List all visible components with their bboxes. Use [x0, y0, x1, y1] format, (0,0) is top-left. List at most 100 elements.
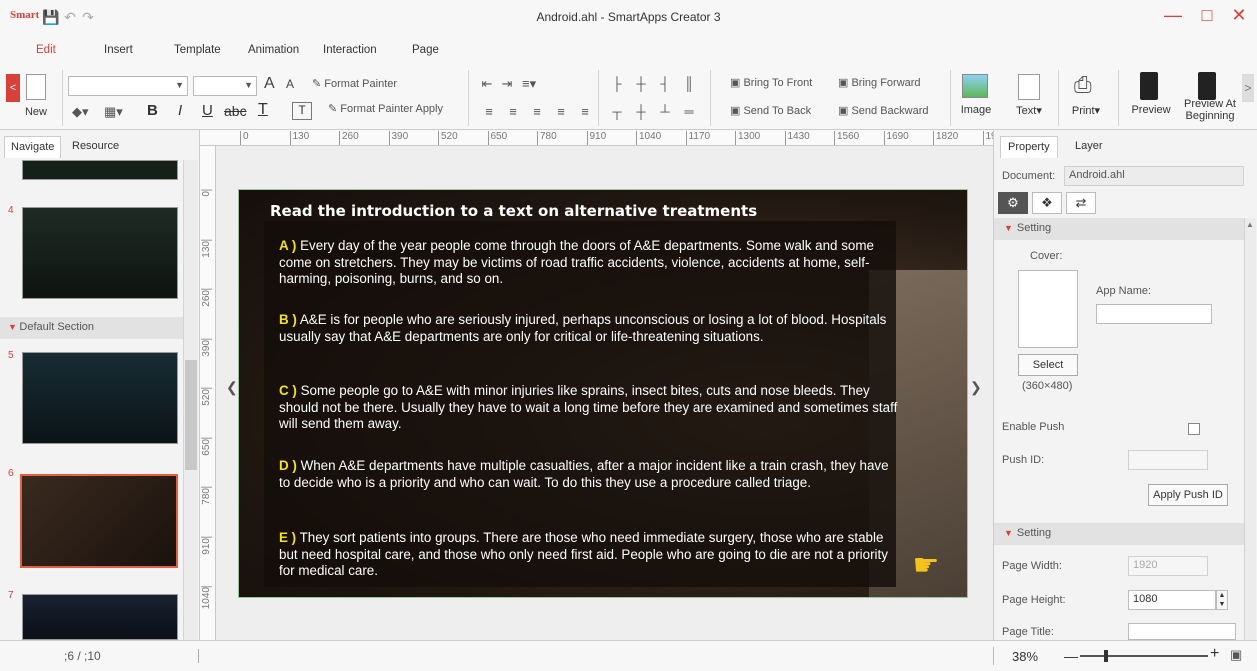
zoom-slider[interactable]: [1080, 650, 1208, 662]
slide-thumbnail-4[interactable]: [22, 207, 178, 299]
send-to-back-button[interactable]: ▣ Send To Back: [730, 104, 811, 117]
text-button[interactable]: Text▾: [1008, 104, 1050, 117]
text-box-icon[interactable]: T: [292, 102, 312, 120]
line-spacing-icon[interactable]: ≡▾: [522, 76, 536, 92]
tab-resource[interactable]: Resource: [66, 136, 125, 158]
send-backward-button[interactable]: ▣ Send Backward: [838, 104, 929, 117]
close-button[interactable]: ✕: [1228, 5, 1250, 27]
slide-thumbnail-3[interactable]: [22, 160, 178, 180]
setting-section-header[interactable]: ▼ Setting: [994, 218, 1244, 240]
tab-layer[interactable]: Layer: [1068, 136, 1110, 158]
grow-font-button[interactable]: A: [264, 75, 275, 93]
restore-button[interactable]: □: [1196, 5, 1218, 27]
distribute-v-icon[interactable]: ═: [682, 104, 696, 119]
transition-icon[interactable]: ❖: [1032, 192, 1062, 214]
new-page-icon[interactable]: [26, 74, 46, 100]
font-color-button[interactable]: T: [258, 101, 268, 119]
scroll-up-icon[interactable]: ▲: [1246, 220, 1254, 229]
indent-increase-icon[interactable]: ⇥: [500, 76, 514, 92]
align-justify-icon[interactable]: ≡: [578, 104, 592, 119]
border-color-icon[interactable]: ▦▾: [104, 104, 123, 120]
slide-page[interactable]: Read the introduction to a text on alter…: [238, 189, 968, 598]
fill-color-icon[interactable]: ◆▾: [72, 104, 89, 120]
paragraph-a[interactable]: A ) Every day of the year people come th…: [279, 238, 899, 288]
select-cover-button[interactable]: Select: [1018, 354, 1078, 376]
slide-thumbnail-5[interactable]: [22, 352, 178, 444]
italic-button[interactable]: I: [178, 102, 182, 119]
page-title-input[interactable]: [1128, 623, 1236, 640]
bold-button[interactable]: B: [147, 102, 158, 119]
push-id-input[interactable]: [1128, 450, 1208, 470]
enable-push-checkbox[interactable]: [1188, 423, 1200, 435]
align-obj-right-icon[interactable]: ┤: [658, 76, 672, 91]
thumbnail-scrollbar[interactable]: [183, 160, 198, 640]
align-obj-middle-icon[interactable]: ┼: [634, 104, 648, 119]
bring-to-front-button[interactable]: ▣ Bring To Front: [730, 76, 812, 89]
print-button[interactable]: Print▾: [1064, 104, 1108, 117]
slide-thumbnail-6[interactable]: [20, 474, 178, 568]
printer-icon[interactable]: ⎙: [1074, 72, 1092, 98]
menu-interaction[interactable]: Interaction: [323, 44, 377, 56]
page-setting-section-header[interactable]: ▼ Setting: [994, 523, 1244, 545]
app-name-input[interactable]: [1096, 304, 1212, 324]
preview-at-beginning-icon[interactable]: [1198, 72, 1216, 100]
section-header[interactable]: ▼ Default Section: [0, 317, 183, 339]
shrink-font-button[interactable]: A: [286, 77, 294, 91]
paragraph-e[interactable]: E ) They sort patients into groups. Ther…: [279, 530, 899, 580]
menu-insert[interactable]: Insert: [104, 44, 133, 56]
indent-decrease-icon[interactable]: ⇤: [480, 76, 494, 92]
hand-pointer-icon[interactable]: ☛: [905, 548, 947, 590]
ribbon-scroll-right-icon[interactable]: >: [1242, 74, 1254, 102]
align-left-icon[interactable]: ≡: [506, 104, 520, 119]
format-painter-apply-button[interactable]: ✎ Format Painter Apply: [328, 102, 443, 115]
zoom-out-icon[interactable]: —: [1064, 648, 1078, 664]
align-obj-center-icon[interactable]: ┼: [634, 76, 648, 91]
format-painter-button[interactable]: ✎ Format Painter: [312, 77, 397, 90]
zoom-in-icon[interactable]: +: [1210, 645, 1219, 663]
strikethrough-button[interactable]: abc: [224, 103, 247, 119]
align-right-icon[interactable]: ≡: [554, 104, 568, 119]
preview-phone-icon[interactable]: [1140, 72, 1158, 100]
menu-animation[interactable]: Animation: [248, 44, 299, 56]
cover-image-preview[interactable]: [1018, 270, 1078, 348]
tab-property[interactable]: Property: [1000, 136, 1058, 158]
fit-screen-icon[interactable]: ▣: [1230, 647, 1242, 663]
minimize-button[interactable]: —: [1162, 5, 1184, 27]
scrollbar-thumb[interactable]: [185, 360, 197, 470]
align-obj-bottom-icon[interactable]: ┴: [658, 104, 672, 119]
align-obj-left-icon[interactable]: ├: [610, 76, 624, 91]
text-icon[interactable]: [1018, 74, 1040, 100]
preview-button[interactable]: Preview: [1126, 104, 1176, 116]
image-button[interactable]: Image: [952, 104, 1000, 116]
new-button[interactable]: New: [20, 106, 52, 118]
swap-icon[interactable]: ⇄: [1066, 192, 1096, 214]
align-obj-top-icon[interactable]: ┬: [610, 104, 624, 119]
property-scrollbar[interactable]: ▲: [1244, 218, 1256, 640]
prev-page-icon[interactable]: ❮: [226, 379, 238, 396]
menu-template[interactable]: Template: [174, 44, 221, 56]
paragraph-c[interactable]: C ) Some people go to A&E with minor inj…: [279, 383, 899, 433]
zoom-slider-thumb[interactable]: [1104, 650, 1108, 662]
paragraph-b[interactable]: B ) A&E is for people who are seriously …: [279, 312, 899, 345]
next-page-icon[interactable]: ❯: [970, 379, 982, 396]
menu-page[interactable]: Page: [412, 44, 439, 56]
slide-title[interactable]: Read the introduction to a text on alter…: [270, 202, 757, 220]
page-height-stepper[interactable]: ▲ ▼: [1216, 590, 1228, 610]
menu-edit[interactable]: Edit: [36, 44, 56, 56]
ribbon-scroll-left-icon[interactable]: <: [6, 74, 20, 102]
image-icon[interactable]: [962, 74, 988, 98]
apply-push-id-button[interactable]: Apply Push ID: [1148, 484, 1228, 506]
bring-forward-button[interactable]: ▣ Bring Forward: [838, 76, 921, 89]
settings-gear-icon[interactable]: ⚙: [998, 192, 1028, 214]
preview-at-beginning-button[interactable]: Preview At Beginning: [1180, 98, 1240, 122]
font-family-select[interactable]: ▼: [68, 76, 188, 96]
tab-navigate[interactable]: Navigate: [4, 136, 62, 158]
underline-button[interactable]: U: [202, 102, 213, 119]
font-size-select[interactable]: ▼: [193, 76, 257, 96]
distribute-h-icon[interactable]: ║: [682, 76, 696, 91]
paragraph-d[interactable]: D ) When A&E departments have multiple c…: [279, 458, 899, 491]
slide-thumbnail-7[interactable]: [22, 594, 178, 640]
align-center-icon[interactable]: ≡: [530, 104, 544, 119]
page-height-input[interactable]: 1080: [1128, 590, 1216, 610]
bullet-list-icon[interactable]: ≡: [482, 104, 496, 119]
